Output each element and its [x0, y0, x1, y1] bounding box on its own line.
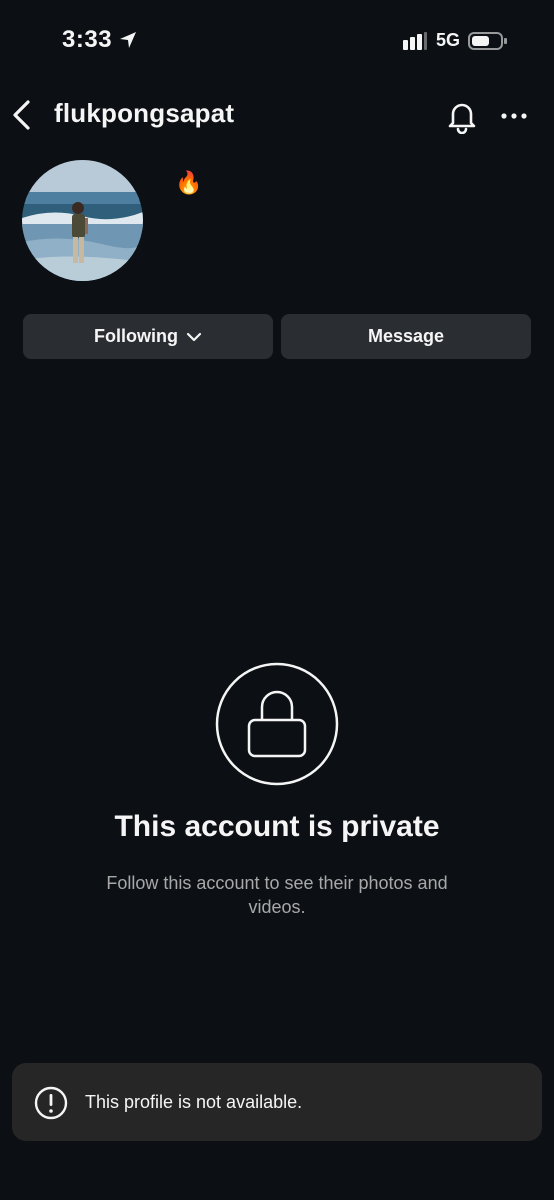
- message-button[interactable]: Message: [281, 314, 531, 359]
- signal-icon: [402, 31, 427, 50]
- following-label: Following: [94, 326, 178, 346]
- following-button[interactable]: Following: [23, 314, 273, 359]
- chevron-down-icon: [186, 332, 202, 341]
- network-label: 5G: [435, 30, 460, 50]
- message-label: Message: [367, 326, 445, 346]
- notification-bell-icon[interactable]: [444, 98, 480, 134]
- username-title: flukpongsapat: [54, 98, 235, 128]
- profile-bio: 🔥: [175, 170, 203, 195]
- private-account-subtitle: Follow this account to see their photos …: [106, 873, 448, 917]
- private-account-title: This account is private: [114, 810, 440, 843]
- alert-icon: [34, 1086, 68, 1120]
- battery-icon: [468, 31, 507, 50]
- location-arrow-icon: [120, 32, 137, 48]
- profile-header: flukpongsapat: [0, 92, 554, 138]
- back-chevron-icon[interactable]: [10, 98, 34, 132]
- error-toast: This profile is not available.: [12, 1063, 542, 1141]
- lock-icon: [215, 662, 339, 786]
- status-bar-indicators: 5G: [402, 30, 508, 51]
- status-bar-time: 3:33: [62, 26, 138, 54]
- avatar-beach-photo: [22, 160, 143, 281]
- more-options-icon[interactable]: [500, 102, 528, 130]
- time-text: 3:33: [62, 26, 113, 53]
- profile-avatar[interactable]: [22, 160, 143, 281]
- toast-message: This profile is not available.: [85, 1092, 303, 1112]
